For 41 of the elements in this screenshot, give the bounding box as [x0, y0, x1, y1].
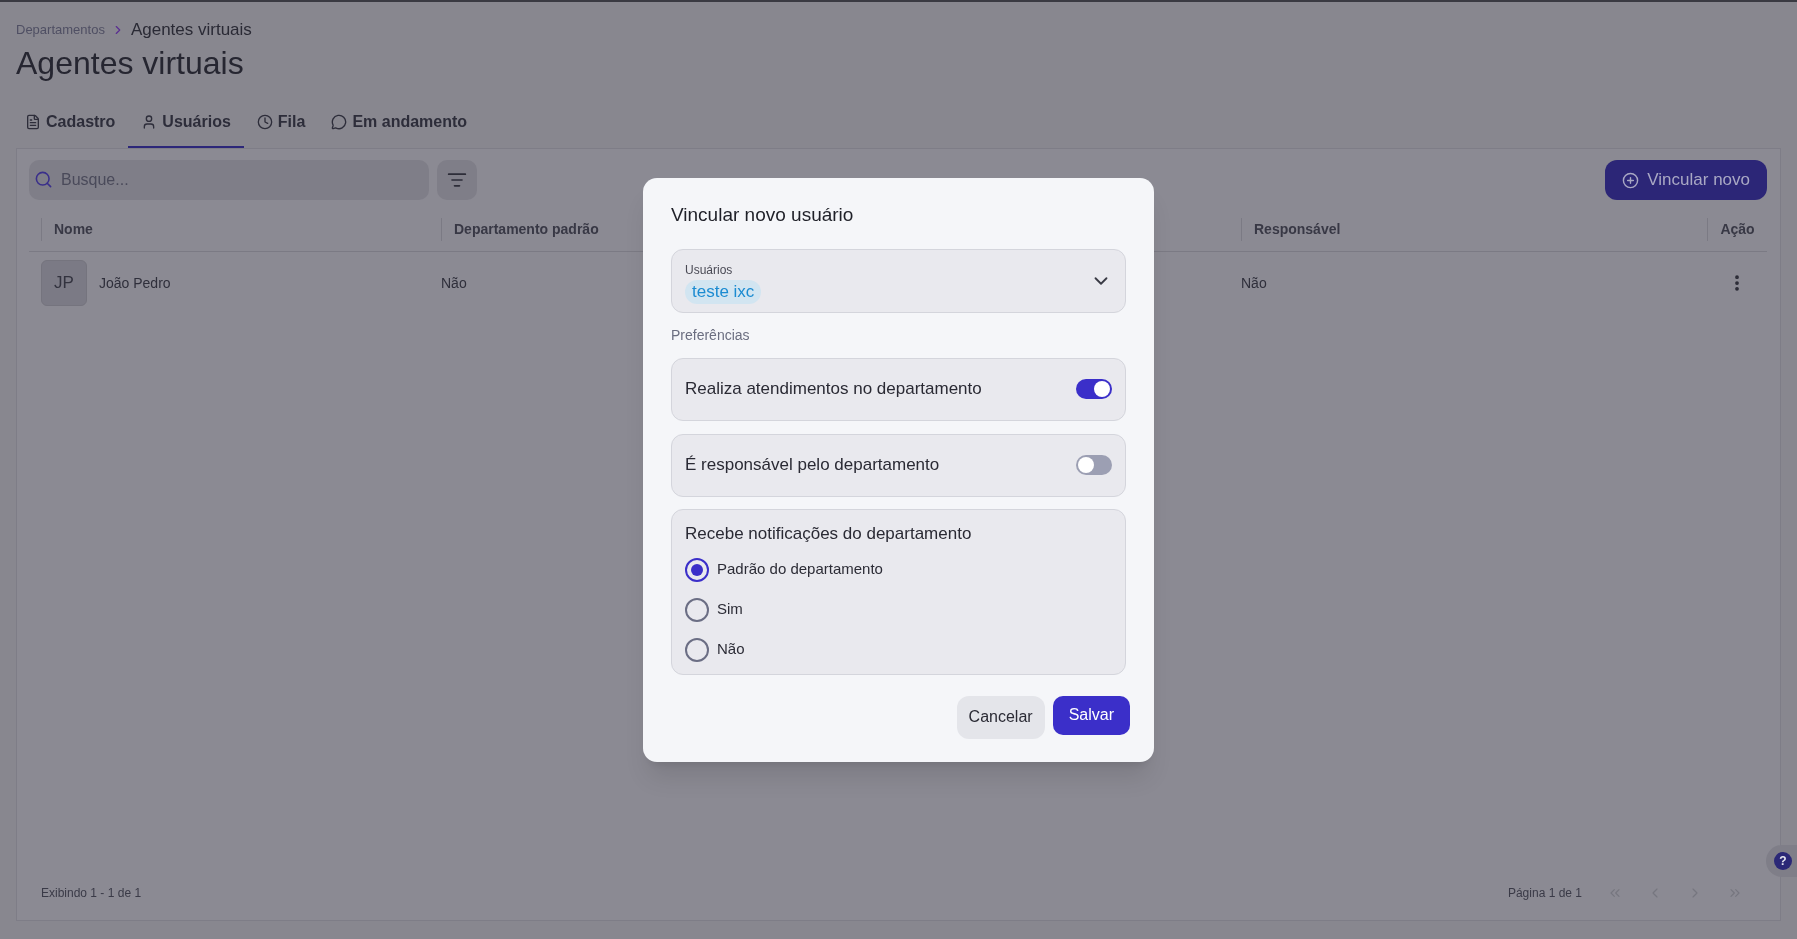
plus-circle-icon	[1622, 171, 1640, 189]
table-cell-text: João Pedro	[99, 273, 171, 293]
page-title: Agentes virtuais	[16, 44, 244, 83]
dialog-title: Vincular novo usuário	[671, 202, 854, 227]
section-label: Preferências	[671, 325, 750, 345]
toggle-switch[interactable]	[1076, 455, 1112, 475]
column-header: Departamento padrão	[454, 220, 599, 239]
search-icon	[34, 170, 53, 189]
speech-bubble-icon	[331, 113, 348, 130]
column-header: Nome	[54, 220, 93, 239]
preference-label: Recebe notificações do departamento	[685, 522, 972, 545]
filter-icon	[447, 170, 467, 190]
field-label: Usuários	[685, 262, 733, 277]
radio-button[interactable]	[685, 557, 709, 582]
tab[interactable]: Cadastro	[12, 104, 129, 148]
radio-label[interactable]: Padrão do departamento	[717, 558, 883, 581]
help-button[interactable]: ?	[1774, 852, 1792, 870]
preference-label: Realiza atendimentos no departamento	[685, 378, 982, 401]
table-cell-text: Não	[441, 273, 467, 293]
radio-label[interactable]: Sim	[717, 598, 743, 621]
radio-button[interactable]	[685, 637, 709, 662]
user-avatar: JP	[41, 260, 87, 306]
preference-label: É responsável pelo departamento	[685, 454, 940, 477]
document-icon	[25, 113, 41, 130]
cancel-button[interactable]: Cancelar	[956, 695, 1045, 739]
radio-button[interactable]	[685, 597, 709, 622]
breadcrumb-current: Agentes virtuais	[130, 19, 252, 42]
tab[interactable]: Fila	[243, 104, 319, 148]
page-indicator: Página 1 de 1	[1507, 885, 1582, 902]
add-button[interactable]: Vincular novo	[1605, 160, 1767, 200]
tab[interactable]: Em andamento	[318, 104, 481, 148]
table-cell-text: Não	[1241, 273, 1267, 293]
column-header: Ação	[1720, 220, 1755, 239]
column-header: Responsável	[1254, 220, 1341, 239]
filter-button[interactable]	[437, 160, 477, 200]
radio-label[interactable]: Não	[717, 638, 745, 661]
users-select[interactable]: Usuários teste ixc	[671, 248, 1126, 313]
pagination-summary: Exibindo 1 - 1 de 1	[41, 885, 142, 902]
clock-icon	[256, 113, 273, 130]
save-button[interactable]: Salvar	[1052, 695, 1130, 735]
toggle-switch[interactable]	[1076, 379, 1112, 399]
